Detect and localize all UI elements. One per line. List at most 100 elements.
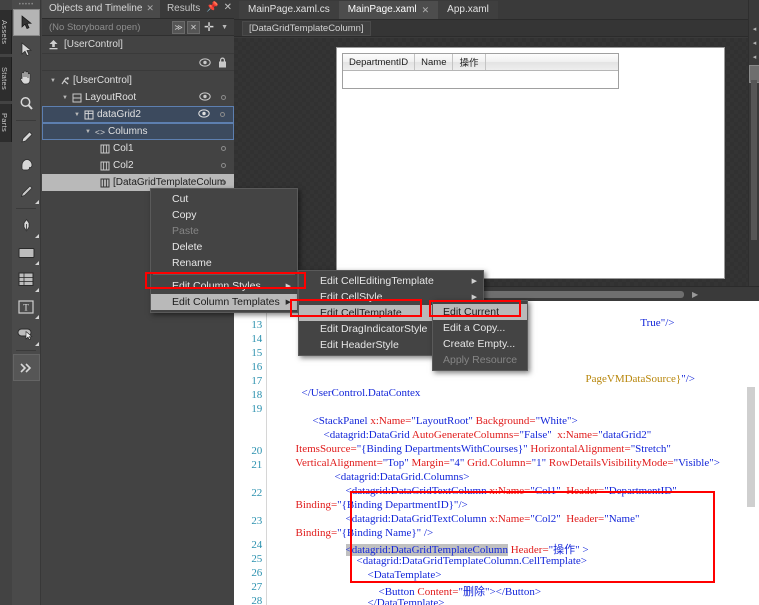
zoom-level-icon[interactable]: ◂ — [749, 22, 759, 36]
tab-mainpage-xaml[interactable]: MainPage.xaml ✕ — [339, 1, 438, 19]
tool-expand-corner[interactable] — [35, 315, 39, 319]
selection-tool[interactable] — [13, 9, 40, 36]
design-vscrollbar[interactable] — [751, 80, 757, 240]
chevron-right-icon[interactable]: ▶ — [692, 290, 698, 299]
lock-toggle-dot[interactable] — [221, 180, 226, 185]
tab-mainpage-xaml-label: MainPage.xaml — [348, 1, 417, 19]
vertical-tab-assets[interactable]: Assets — [0, 10, 12, 54]
editor-vscrollbar-thumb[interactable] — [747, 387, 755, 507]
tab-app-xaml[interactable]: App.xaml — [438, 1, 498, 19]
zoom-tool[interactable] — [13, 90, 40, 117]
code-line-15: PageVMDataSource}"/> — [558, 361, 695, 397]
context-menu[interactable]: Cut Copy Paste Delete Rename Edit Column… — [150, 188, 298, 313]
pan-tool[interactable] — [13, 63, 40, 90]
line-number: 15 — [251, 347, 262, 359]
storyboard-bar: (No Storyboard open) ≫ ✕ ✛ ▼ — [42, 19, 234, 36]
brush-tool[interactable] — [13, 178, 40, 205]
expand-arrow-icon[interactable]: ▼ — [83, 129, 93, 135]
rectangle-tool[interactable] — [13, 239, 40, 266]
tree-item-usercontrol-label: [UserControl] — [73, 75, 132, 86]
tree-item-layoutroot-label: LayoutRoot — [85, 92, 136, 103]
editor-gutter: 13 14 15 16 17 18 19 20 21 22 23 24 25 2… — [234, 301, 267, 605]
menu-item-delete[interactable]: Delete — [151, 239, 297, 255]
storyboard-collapse-icon[interactable]: ≫ — [172, 21, 185, 34]
lock-toggle-dot[interactable] — [221, 163, 226, 168]
datagrid-column-header-departmentid[interactable]: DepartmentID — [343, 54, 415, 70]
tab-results-label: Results — [167, 0, 200, 18]
tree-item-col1[interactable]: Col1 — [42, 140, 234, 157]
expand-arrow-icon[interactable]: ▼ — [72, 112, 82, 118]
datagrid-column-header-filler — [486, 54, 619, 70]
lock-toggle-dot[interactable] — [221, 146, 226, 151]
pen-tool[interactable] — [13, 212, 40, 239]
eyedropper-tool[interactable] — [13, 124, 40, 151]
paint-bucket-tool[interactable] — [13, 151, 40, 178]
eye-icon[interactable] — [198, 109, 210, 121]
stackpanel-icon — [70, 93, 83, 103]
tree-item-usercontrol[interactable]: ▼ [UserControl] — [42, 72, 234, 89]
close-icon[interactable]: ✕ — [146, 0, 154, 18]
more-tools-chevron-icon[interactable] — [13, 354, 40, 381]
submenu-edit-celltemplate[interactable]: Edit Current Edit a Copy... Create Empty… — [432, 300, 528, 371]
chevron-down-icon[interactable]: ▼ — [218, 24, 231, 31]
line-number: 21 — [251, 459, 262, 471]
line-number: 13 — [251, 319, 262, 331]
menu-item-copy[interactable]: Copy — [151, 207, 297, 223]
breadcrumb: [DataGridTemplateColumn] — [234, 20, 759, 37]
lock-toggle-dot[interactable] — [221, 95, 226, 100]
datagrid-preview[interactable]: DepartmentID Name 操作 — [342, 53, 619, 89]
menu-item-edit-a-copy[interactable]: Edit a Copy... — [433, 320, 527, 336]
tree-item-datagrid2[interactable]: ▼ dataGrid2 — [42, 106, 234, 123]
breadcrumb-item-template-column[interactable]: [DataGridTemplateColumn] — [242, 21, 371, 36]
storyboard-close-icon[interactable]: ✕ — [187, 21, 200, 34]
textblock-tool[interactable]: T — [13, 293, 40, 320]
tree-item-layoutroot[interactable]: ▼ LayoutRoot — [42, 89, 234, 106]
datagrid-column-header-operation[interactable]: 操作 — [453, 54, 485, 70]
visibility-lock-header — [42, 54, 234, 71]
menu-item-edit-column-styles[interactable]: Edit Column Styles ▶ — [151, 278, 297, 294]
menu-item-edit-celleditingtemplate[interactable]: Edit CellEditingTemplate ▶ — [299, 273, 483, 289]
lock-toggle-dot[interactable] — [220, 112, 225, 117]
pan-indicator-icon[interactable]: ◂ — [749, 36, 759, 50]
menu-item-edit-cellstyle-label: Edit CellStyle — [320, 291, 382, 303]
menu-item-cut[interactable]: Cut — [151, 191, 297, 207]
pin-icon[interactable]: 📌 — [206, 2, 218, 13]
grid-tool[interactable] — [13, 266, 40, 293]
eye-icon[interactable] — [199, 92, 211, 104]
design-surface[interactable]: DepartmentID Name 操作 — [234, 38, 759, 286]
tool-expand-corner[interactable] — [35, 234, 39, 238]
menu-item-cut-label: Cut — [172, 193, 188, 205]
scope-root-row[interactable]: [UserControl] — [42, 36, 234, 54]
new-storyboard-icon[interactable]: ✛ — [202, 20, 216, 34]
expression-blend-window: Assets States Parts ••••• — [0, 0, 759, 605]
toolbox-grip[interactable]: ••••• — [12, 0, 41, 9]
tool-expand-corner[interactable] — [35, 261, 39, 265]
toolbox-separator-2 — [16, 208, 36, 209]
vertical-tab-states[interactable]: States — [0, 57, 12, 101]
button-tool[interactable] — [13, 320, 40, 347]
close-icon[interactable]: ✕ — [422, 1, 430, 19]
expand-arrow-icon[interactable]: ▼ — [48, 78, 58, 84]
tree-item-col2[interactable]: Col2 — [42, 157, 234, 174]
tab-mainpage-xaml-cs[interactable]: MainPage.xaml.cs — [239, 1, 339, 19]
direct-selection-tool[interactable] — [13, 36, 40, 63]
menu-item-edit-current[interactable]: Edit Current — [433, 304, 527, 320]
tool-expand-corner[interactable] — [35, 200, 39, 204]
tool-expand-corner[interactable] — [35, 342, 39, 346]
tab-objects-and-timeline[interactable]: Objects and Timeline ✕ — [42, 0, 160, 18]
menu-item-edit-column-templates[interactable]: Edit Column Templates ▶ — [151, 294, 297, 310]
close-panel-icon[interactable]: ✕ — [224, 2, 232, 13]
datagrid-column-header-name[interactable]: Name — [415, 54, 453, 70]
menu-item-delete-label: Delete — [172, 241, 202, 253]
layout-indicator-icon[interactable]: ◂ — [749, 50, 759, 64]
svg-text:T: T — [23, 302, 29, 312]
tree-item-col1-label: Col1 — [113, 143, 134, 154]
tool-expand-corner[interactable] — [35, 288, 39, 292]
menu-item-rename[interactable]: Rename — [151, 255, 297, 271]
column-icon — [98, 178, 111, 188]
tab-results[interactable]: Results — [160, 0, 206, 18]
expand-arrow-icon[interactable]: ▼ — [60, 95, 70, 101]
vertical-tab-parts[interactable]: Parts — [0, 104, 12, 142]
tree-item-columns[interactable]: ▼ <> Columns — [42, 123, 234, 140]
menu-item-create-empty[interactable]: Create Empty... — [433, 336, 527, 352]
